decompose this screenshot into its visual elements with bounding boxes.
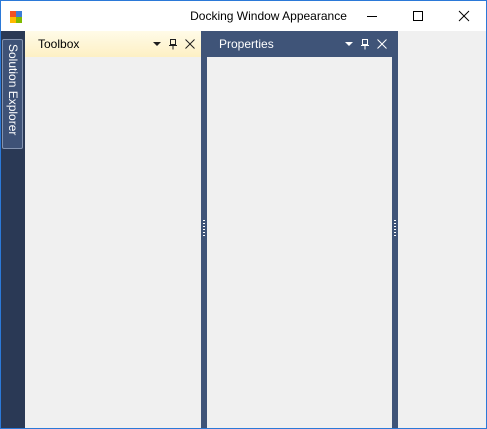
title-bar[interactable]: Docking Window Appearance	[1, 1, 486, 31]
dropdown-icon	[345, 42, 353, 46]
autohide-tab-label: Solution Explorer	[6, 44, 20, 136]
toolbox-title: Toolbox	[38, 37, 80, 51]
minimize-button[interactable]	[349, 1, 395, 31]
autohide-tab-solution-explorer[interactable]: Solution Explorer	[2, 39, 23, 149]
properties-caption-bar[interactable]: Properties	[207, 31, 392, 57]
splitter-grip	[394, 220, 396, 238]
pin-icon	[361, 39, 369, 50]
maximize-icon	[413, 11, 423, 21]
main-window: Docking Window Appearance Solution Explo…	[0, 0, 487, 429]
close-icon	[377, 39, 387, 49]
splitter-toolbox-properties[interactable]	[201, 31, 207, 428]
properties-panel[interactable]: Properties	[201, 31, 398, 428]
close-icon	[185, 39, 195, 49]
dock-client-area: Solution Explorer Toolbox Properties	[1, 31, 486, 428]
properties-dropdown-button[interactable]	[343, 38, 355, 50]
pin-icon	[169, 39, 177, 50]
toolbox-close-button[interactable]	[184, 38, 196, 50]
toolbox-panel[interactable]: Toolbox	[25, 31, 201, 428]
dropdown-icon	[153, 42, 161, 46]
minimize-icon	[367, 16, 377, 17]
properties-pin-button[interactable]	[359, 38, 371, 50]
document-area	[398, 31, 486, 428]
toolbox-pin-button[interactable]	[167, 38, 179, 50]
splitter-grip	[203, 220, 205, 238]
close-icon	[458, 10, 470, 22]
properties-close-button[interactable]	[376, 38, 388, 50]
toolbox-dropdown-button[interactable]	[151, 38, 163, 50]
properties-content[interactable]	[207, 57, 392, 428]
autohide-strip-left: Solution Explorer	[1, 31, 25, 428]
properties-title: Properties	[219, 37, 274, 51]
maximize-button[interactable]	[395, 1, 441, 31]
toolbox-caption-bar[interactable]: Toolbox	[25, 31, 201, 57]
close-button[interactable]	[441, 1, 487, 31]
